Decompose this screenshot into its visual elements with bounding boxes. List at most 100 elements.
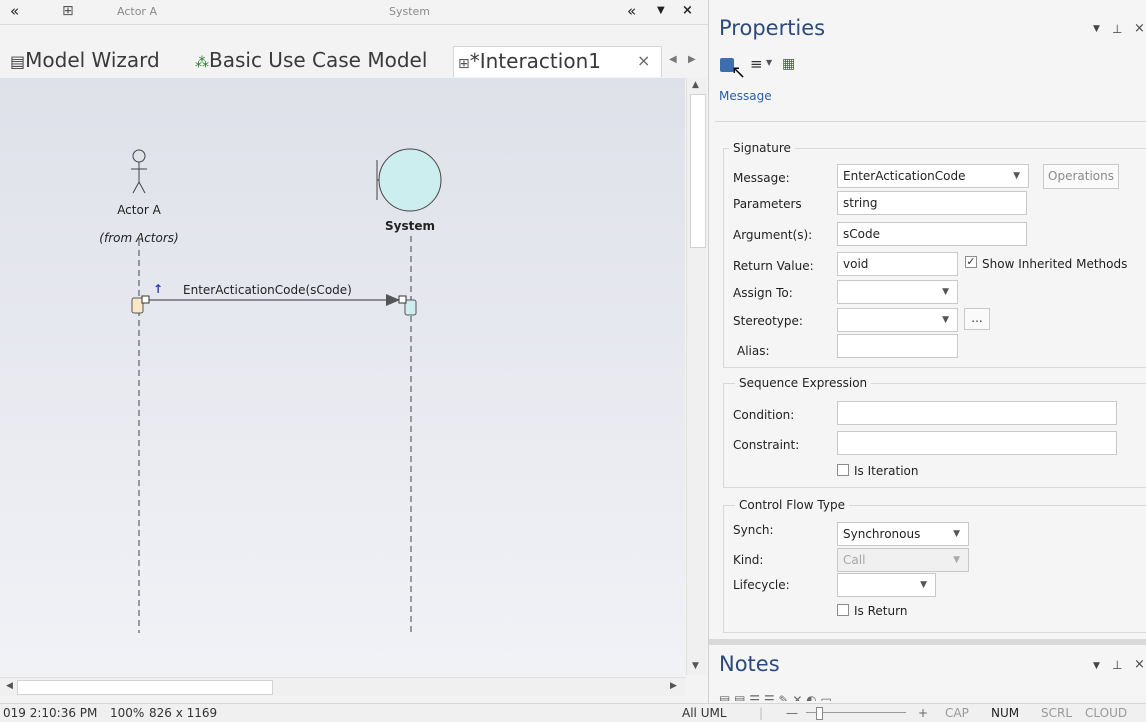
diagram-pane: « ⊞ Actor A System « ▼ × ▤Model Wizard ⁂… (0, 0, 708, 703)
pane-menu-icon[interactable]: ▼ (1093, 24, 1100, 34)
message-select[interactable]: EnterActicationCode ▼ (837, 164, 1029, 188)
properties-pane: Properties ▼ ⊥ × ↖ ≡ ▼ ▦ Message Signatu… (708, 0, 1146, 703)
section-message-label[interactable]: Message (719, 89, 772, 103)
tab-close-icon[interactable]: × (637, 47, 650, 75)
system-activation[interactable] (404, 299, 417, 316)
synch-label: Synch: (733, 523, 774, 537)
horizontal-scroll-thumb[interactable] (17, 680, 273, 695)
zoom-slider-thumb[interactable] (816, 707, 823, 720)
dropdown-icon[interactable]: ▼ (657, 5, 665, 16)
arguments-field-label: Argument(s): (733, 228, 813, 242)
assign-to-label: Assign To: (733, 286, 793, 300)
assign-to-select[interactable]: ▼ (837, 280, 958, 304)
chevron-down-icon: ▼ (953, 555, 960, 565)
synch-select[interactable]: Synchronous ▼ (837, 522, 969, 546)
close-icon[interactable]: × (682, 3, 693, 18)
condition-input[interactable] (837, 401, 1117, 425)
diagram-toolbar: « ⊞ Actor A System « ▼ × (0, 0, 708, 25)
message-handle-end[interactable] (398, 295, 407, 304)
lifecycle-select[interactable]: ▼ (837, 573, 936, 597)
operations-button[interactable]: Operations (1043, 164, 1119, 189)
tab-scroll-left-icon[interactable]: ◀ (669, 54, 677, 65)
scroll-down-icon[interactable]: ▼ (692, 661, 699, 671)
signature-group-title: Signature (729, 141, 795, 155)
sequence-expression-title: Sequence Expression (735, 376, 872, 390)
zoom-out-icon[interactable]: — (786, 706, 798, 720)
stereotype-label: Stereotype: (733, 314, 803, 328)
diagram-canvas[interactable]: Actor A (from Actors) System EnterActica… (0, 78, 685, 675)
section-divider (715, 121, 1146, 122)
arguments-input[interactable]: sCode (837, 222, 1027, 246)
notes-title: Notes (719, 652, 780, 676)
header-actor-label: Actor A (117, 5, 157, 18)
lifecycle-label: Lifecycle: (733, 578, 790, 592)
notes-menu-icon[interactable]: ▼ (1093, 661, 1100, 671)
is-iteration-checkbox[interactable] (837, 464, 849, 476)
notes-toolbar: ▤ ▤ ☰ ☰ ✎ ✕ ◐ ▭ (719, 693, 832, 701)
is-iteration-label: Is Iteration (854, 464, 919, 478)
show-inherited-checkbox[interactable]: ✓ (965, 256, 977, 268)
chevron-down-icon: ▼ (942, 315, 949, 325)
actor-from: (from Actors) (99, 231, 178, 245)
list-menu-icon[interactable]: ≡ (750, 55, 763, 73)
tab-interaction1[interactable]: ⊞*Interaction1 × (453, 46, 662, 77)
return-value-label: Return Value: (733, 259, 814, 273)
status-bar: 019 2:10:36 PM 100% 826 x 1169 All UML |… (0, 703, 1146, 722)
vertical-scroll-thumb[interactable] (690, 94, 706, 248)
return-value-input[interactable]: void (837, 252, 958, 276)
actor-figure[interactable] (131, 149, 147, 194)
collapse-right-icon[interactable]: « (627, 2, 636, 20)
actor-name: Actor A (117, 203, 161, 217)
collapse-left-icon[interactable]: « (10, 2, 19, 20)
message-handle-start[interactable] (141, 295, 150, 304)
alias-input[interactable] (837, 334, 958, 358)
tab-model-wizard[interactable]: ▤Model Wizard (10, 46, 160, 76)
status-zoom: 100% (110, 706, 145, 720)
system-name: System (385, 219, 435, 233)
status-num: NUM (991, 706, 1020, 720)
element-properties-icon[interactable]: ▦ (782, 56, 795, 72)
chevron-down-icon: ▼ (942, 287, 949, 297)
zoom-in-icon[interactable]: + (918, 706, 928, 720)
tab-scroll-right-icon[interactable]: ▶ (688, 54, 696, 65)
vertical-scrollbar[interactable]: ▲ ▼ (686, 78, 707, 675)
status-size: 826 x 1169 (149, 706, 218, 720)
stereotype-ellipsis-button[interactable]: ... (964, 308, 990, 330)
system-boundary[interactable] (376, 148, 442, 212)
is-return-label: Is Return (854, 604, 908, 618)
pane-splitter[interactable] (709, 639, 1146, 645)
kind-select[interactable]: Call ▼ (837, 548, 969, 572)
stereotype-select[interactable]: ▼ (837, 308, 958, 332)
use-case-icon: ⁂ (195, 55, 209, 71)
scroll-up-icon[interactable]: ▲ (692, 80, 699, 90)
up-arrow-icon: ↑ (153, 282, 163, 296)
cursor-icon: ↖ (731, 62, 747, 83)
status-scrl: SCRL (1041, 706, 1073, 720)
horizontal-scrollbar[interactable]: ◀ ▶ (0, 677, 686, 696)
message-label: EnterActicationCode(sCode) (183, 283, 352, 297)
zoom-separator: | (759, 706, 764, 720)
scroll-left-icon[interactable]: ◀ (6, 681, 13, 691)
notes-pin-icon[interactable]: ⊥ (1112, 658, 1122, 672)
status-mode[interactable]: All UML (682, 706, 727, 720)
constraint-label: Constraint: (733, 438, 800, 452)
status-cloud: CLOUD (1085, 706, 1128, 720)
alias-label: Alias: (737, 344, 770, 358)
message-arrowhead (386, 294, 400, 306)
scroll-right-icon[interactable]: ▶ (670, 681, 677, 691)
message-field-label: Message: (733, 171, 790, 185)
sequence-diagram: Actor A (from Actors) System EnterActica… (99, 148, 442, 633)
notes-close-icon[interactable]: × (1134, 657, 1145, 672)
chevron-down-icon: ▼ (953, 529, 960, 539)
parameters-input[interactable]: string (837, 191, 1027, 215)
status-cap: CAP (945, 706, 969, 720)
list-menu-dropdown-icon[interactable]: ▼ (766, 58, 772, 67)
constraint-input[interactable] (837, 431, 1117, 455)
is-return-checkbox[interactable] (837, 604, 849, 616)
tab-basic-use-case-model[interactable]: ⁂Basic Use Case Model (195, 46, 427, 76)
show-inherited-label: Show Inherited Methods (982, 257, 1128, 271)
condition-label: Condition: (733, 408, 795, 422)
pane-close-icon[interactable]: × (1134, 21, 1145, 36)
pin-icon[interactable]: ⊥ (1112, 22, 1122, 36)
actor-activation[interactable] (131, 297, 144, 314)
